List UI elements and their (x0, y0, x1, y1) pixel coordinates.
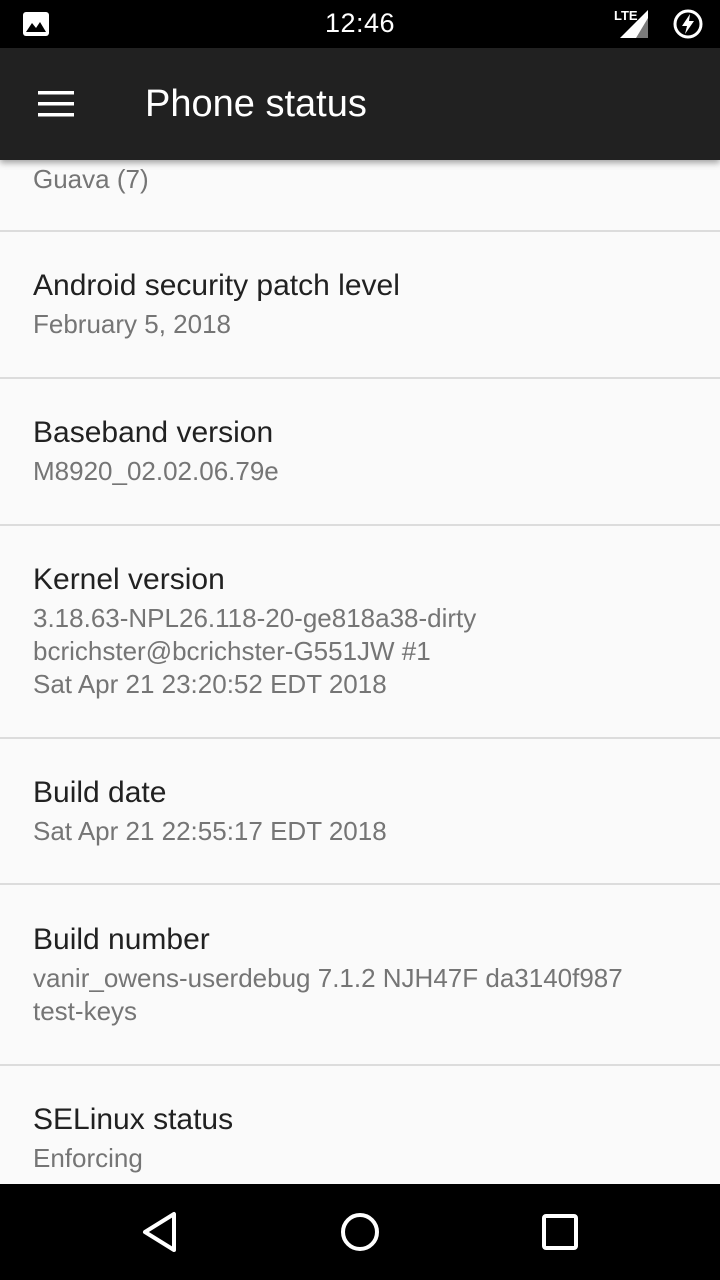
item-title: Build number (33, 923, 210, 956)
list-item-android-version[interactable]: Guava (7) (0, 163, 720, 196)
list-item-baseband-version[interactable]: Baseband version M8920_02.02.06.79e (0, 415, 720, 488)
item-summary: Sat Apr 21 22:55:17 EDT 2018 (33, 816, 387, 846)
divider (0, 230, 720, 232)
app-toolbar: Phone status (0, 48, 720, 160)
phone-status-screen: 12:46 LTE Phone status Guava (7) Android… (0, 0, 720, 1280)
preference-list: Guava (7) Android security patch level F… (0, 160, 720, 1184)
list-item-build-number[interactable]: Build number vanir_owens-userdebug 7.1.2… (0, 922, 720, 1028)
divider (0, 377, 720, 379)
menu-icon (38, 91, 74, 117)
page-title: Phone status (145, 83, 367, 125)
back-button[interactable] (130, 1202, 190, 1262)
item-title: SELinux status (33, 1103, 234, 1136)
home-button[interactable] (330, 1202, 390, 1262)
divider (0, 737, 720, 739)
item-summary: vanir_owens-userdebug 7.1.2 NJH47F da314… (33, 963, 623, 1026)
item-summary: Guava (7) (33, 164, 149, 194)
signal-icon: LTE (614, 8, 654, 40)
recents-button[interactable] (530, 1202, 590, 1262)
item-title: Kernel version (33, 563, 225, 596)
list-item-security-patch[interactable]: Android security patch level February 5,… (0, 268, 720, 341)
item-title: Build date (33, 776, 167, 809)
item-summary: Enforcing (33, 1143, 143, 1173)
item-title: Android security patch level (33, 269, 400, 302)
divider (0, 524, 720, 526)
list-item-build-date[interactable]: Build date Sat Apr 21 22:55:17 EDT 2018 (0, 775, 720, 848)
home-icon (341, 1213, 379, 1251)
navigation-bar (0, 1184, 720, 1280)
item-title: Baseband version (33, 416, 274, 449)
list-item-selinux-status[interactable]: SELinux status Enforcing (0, 1102, 720, 1175)
divider (0, 883, 720, 885)
status-time: 12:46 (324, 8, 396, 38)
list-item-kernel-version[interactable]: Kernel version 3.18.63-NPL26.118-20-ge81… (0, 562, 720, 701)
item-summary: M8920_02.02.06.79e (33, 456, 279, 486)
status-bar: 12:46 LTE (0, 0, 720, 48)
item-summary: 3.18.63-NPL26.118-20-ge818a38-dirty bcri… (33, 603, 477, 699)
item-summary: February 5, 2018 (33, 309, 232, 339)
recents-icon (542, 1214, 578, 1250)
divider (0, 1064, 720, 1066)
battery-charging-icon (673, 9, 703, 39)
status-icons: LTE (614, 8, 704, 40)
back-icon (143, 1212, 176, 1252)
menu-button[interactable] (20, 68, 92, 140)
